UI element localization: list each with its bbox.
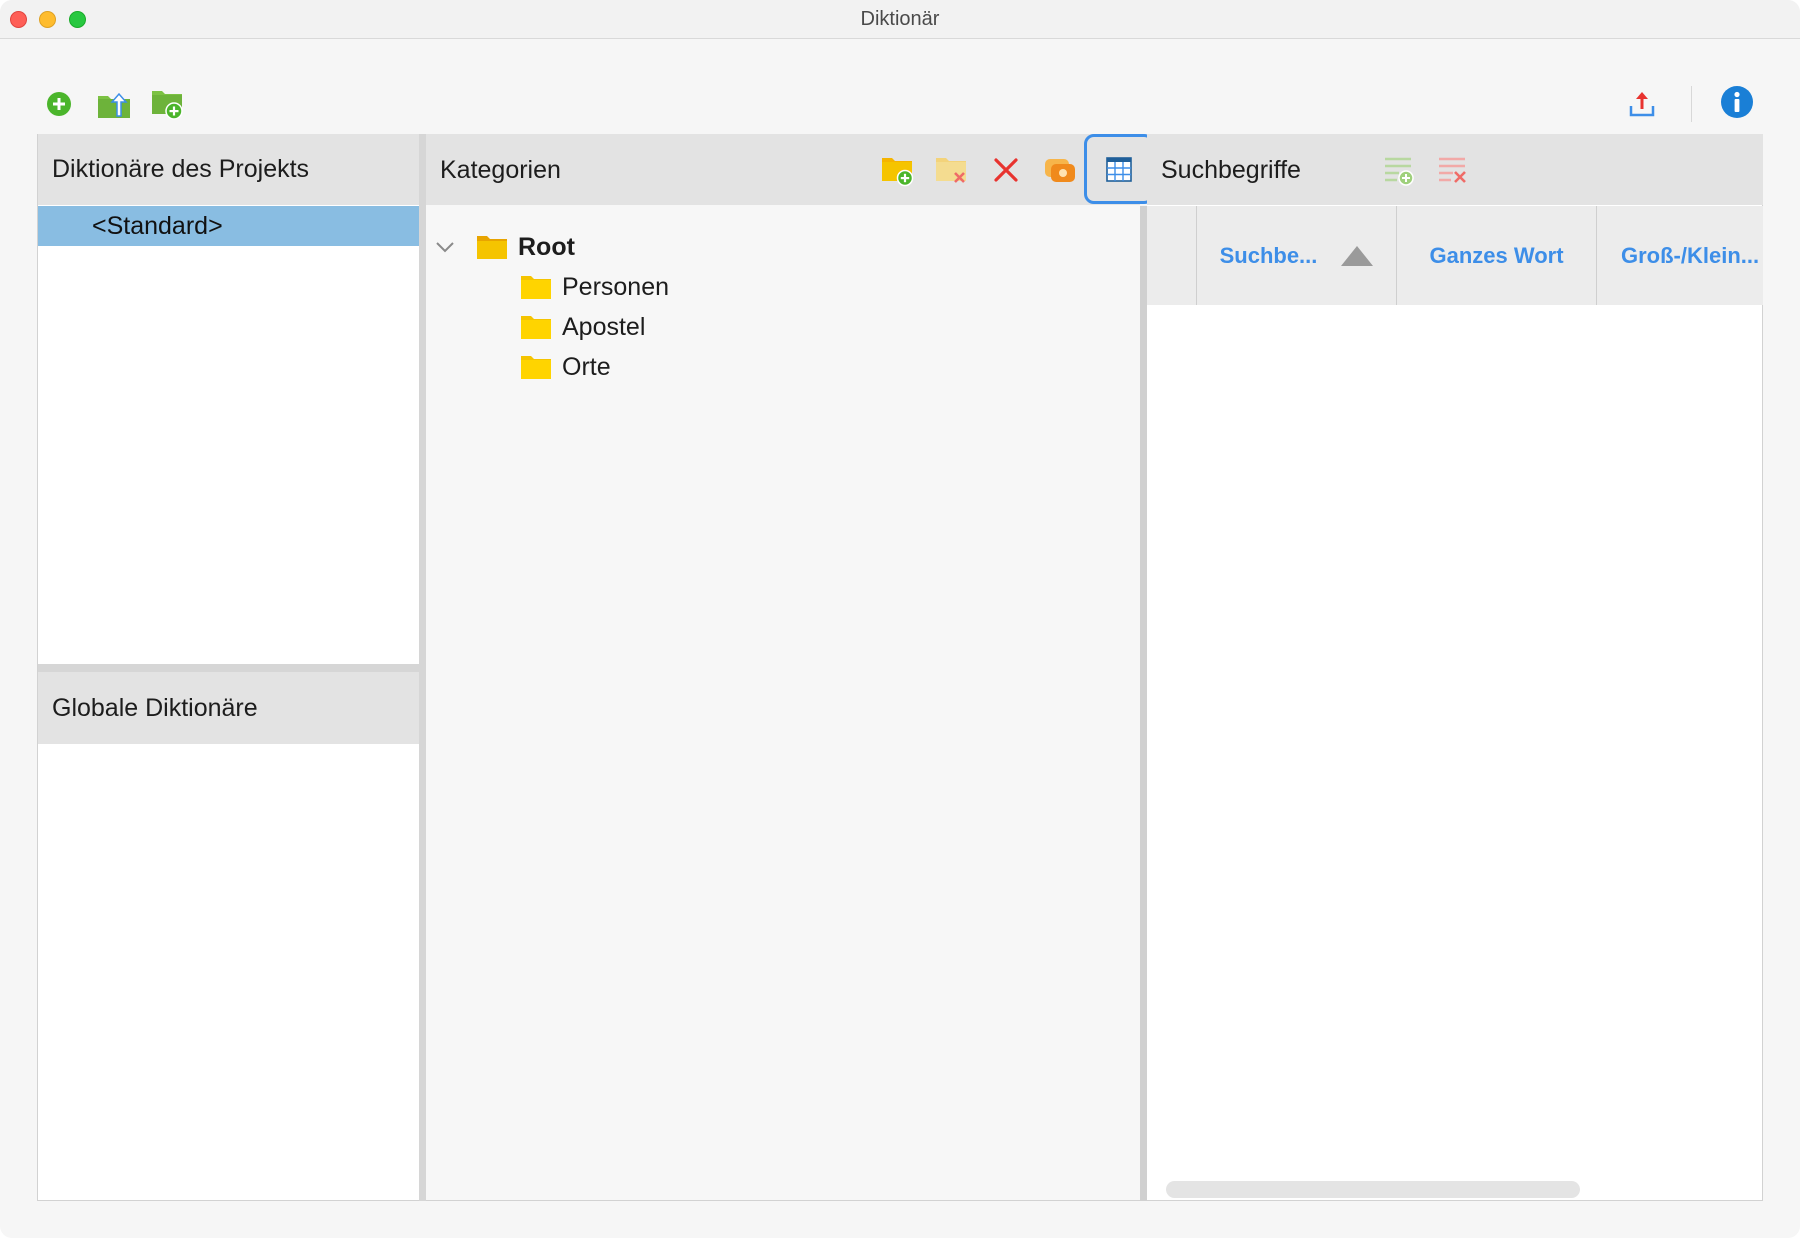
categories-panel: Kategorien Root Personen Apostel Orte (426, 134, 1154, 1201)
dictionary-item-standard[interactable]: <Standard> (38, 206, 420, 246)
search-terms-panel: Suchbegriffe Suchbe... Ganzes Wort Groß-… (1147, 134, 1763, 1201)
tree-row-apostel[interactable]: Apostel (520, 307, 645, 347)
folder-icon (521, 356, 551, 379)
folder-icon (521, 276, 551, 299)
add-dictionary-button[interactable] (39, 84, 79, 124)
delete-term-button[interactable] (1431, 148, 1475, 192)
search-terms-header: Suchbegriffe (1147, 134, 1763, 205)
tree-row-root[interactable]: Root (434, 227, 575, 267)
folder-icon (521, 316, 551, 339)
left-splitter[interactable] (419, 134, 426, 1201)
categories-title: Kategorien (440, 156, 561, 184)
delete-category-folder-button[interactable] (930, 148, 974, 192)
export-icon (1629, 92, 1655, 117)
info-icon (1721, 86, 1753, 118)
dictionaries-panel: Diktionäre des Projekts <Standard> Globa… (37, 134, 420, 1201)
column-label: Suchbe... (1219, 242, 1318, 268)
add-category-icon (882, 158, 914, 187)
title-bar: Diktionär (0, 0, 1800, 39)
dictionary-window: Diktionär Diktionäre des Projekts <Stand… (0, 0, 1800, 1238)
folder-icon (477, 236, 507, 259)
import-dictionary-icon (98, 92, 130, 118)
tree-label: Apostel (562, 312, 646, 341)
tree-label: Personen (562, 272, 670, 301)
delete-category-button[interactable] (984, 148, 1028, 192)
table-view-button[interactable] (1084, 134, 1154, 204)
categories-header: Kategorien (426, 134, 1154, 205)
column-label: Groß-/Klein... (1621, 242, 1760, 268)
column-header-search-term[interactable]: Suchbe... (1196, 206, 1396, 305)
tree-row-orte[interactable]: Orte (520, 347, 611, 387)
add-term-icon (1385, 157, 1414, 186)
tree-label: Orte (562, 352, 611, 381)
dictionary-item-label: <Standard> (92, 211, 223, 240)
export-button[interactable] (1622, 84, 1662, 124)
right-splitter[interactable] (1140, 206, 1147, 1201)
window-title: Diktionär (860, 8, 940, 30)
table-view-icon (1106, 157, 1132, 182)
search-terms-title: Suchbegriffe (1161, 156, 1301, 184)
import-dictionary-button[interactable] (94, 84, 134, 124)
color-icon (1045, 159, 1075, 182)
project-dictionaries-header: Diktionäre des Projekts (38, 134, 420, 205)
row-header-column (1147, 206, 1196, 305)
add-dictionary-icon (47, 92, 71, 116)
tree-row-personen[interactable]: Personen (520, 267, 669, 307)
toolbar-separator (1691, 86, 1692, 122)
info-button[interactable] (1717, 82, 1757, 122)
sort-ascending-icon (1341, 245, 1374, 266)
new-dictionary-folder-button[interactable] (148, 84, 188, 124)
column-label: Ganzes Wort (1429, 242, 1564, 268)
add-category-button[interactable] (876, 148, 920, 192)
dictionaries-splitter[interactable] (38, 664, 420, 672)
tree-label-root: Root (518, 232, 575, 261)
new-dictionary-folder-icon (152, 91, 183, 120)
add-term-button[interactable] (1377, 148, 1421, 192)
global-dictionaries-header: Globale Diktionäre (38, 672, 420, 744)
delete-category-folder-icon (936, 158, 966, 183)
column-header-whole-word[interactable]: Ganzes Wort (1396, 206, 1596, 305)
delete-term-icon (1439, 157, 1466, 183)
delete-icon (994, 158, 1018, 182)
chevron-down-icon[interactable] (434, 240, 456, 254)
horizontal-scrollbar[interactable] (1166, 1181, 1580, 1198)
column-header-case-sensitive[interactable]: Groß-/Klein... (1596, 206, 1763, 305)
search-terms-table-header: Suchbe... Ganzes Wort Groß-/Klein... (1147, 206, 1763, 305)
category-color-button[interactable] (1038, 148, 1082, 192)
